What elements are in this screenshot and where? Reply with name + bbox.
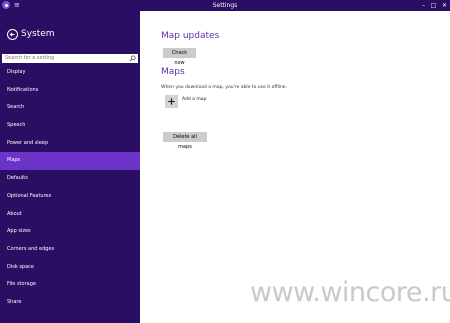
sidebar-item-search[interactable]: Search	[0, 99, 140, 117]
sidebar-item-disk-space[interactable]: Disk space	[0, 259, 140, 277]
close-button[interactable]: ✕	[439, 0, 450, 11]
sidebar-item-display[interactable]: Display	[0, 64, 140, 82]
add-map-label: Add a map	[182, 97, 207, 102]
sidebar-item-maps[interactable]: Maps	[0, 152, 140, 171]
sidebar-item-power-and-sleep[interactable]: Power and sleep	[0, 135, 140, 153]
map-updates-heading: Map updates	[161, 31, 220, 41]
sidebar-item-corners-and-edges[interactable]: Corners and edges	[0, 241, 140, 259]
search-input[interactable]	[2, 54, 127, 63]
delete-all-maps-button[interactable]: Delete all maps	[163, 132, 207, 150]
title-bar: ≡ Settings – □ ✕	[0, 0, 450, 11]
sidebar-title: System	[21, 29, 55, 39]
add-map-button[interactable]: Add a map	[165, 95, 225, 109]
add-map-tile[interactable]	[165, 95, 178, 108]
maps-heading: Maps	[161, 67, 185, 77]
sidebar-item-app-sizes[interactable]: App sizes	[0, 223, 140, 241]
maximize-button[interactable]: □	[428, 0, 439, 11]
sidebar-item-file-storage[interactable]: File storage	[0, 276, 140, 294]
sidebar-item-optional-features[interactable]: Optional Features	[0, 188, 140, 206]
plus-icon	[168, 98, 175, 105]
back-button[interactable]	[7, 29, 18, 40]
sidebar-nav: Display Notifications Search Speech Power an…	[0, 64, 140, 312]
window-title: Settings	[212, 2, 238, 9]
sidebar-item-defaults[interactable]: Defaults	[0, 170, 140, 188]
search-box[interactable]	[2, 54, 138, 63]
check-now-button[interactable]: Check now	[163, 48, 196, 66]
sidebar-item-about[interactable]: About	[0, 206, 140, 224]
sidebar-item-notifications[interactable]: Notifications	[0, 82, 140, 100]
sidebar-item-speech[interactable]: Speech	[0, 117, 140, 135]
sidebar: System DisplayNotificationsSearchSpeechP…	[0, 11, 140, 323]
maps-description: When you download a map, you're able to …	[161, 85, 287, 90]
watermark: www.wincore.ru	[250, 277, 450, 308]
sidebar-item-share[interactable]: Share	[0, 294, 140, 312]
back-arrow-icon	[9, 32, 15, 37]
search-icon[interactable]	[129, 55, 136, 62]
